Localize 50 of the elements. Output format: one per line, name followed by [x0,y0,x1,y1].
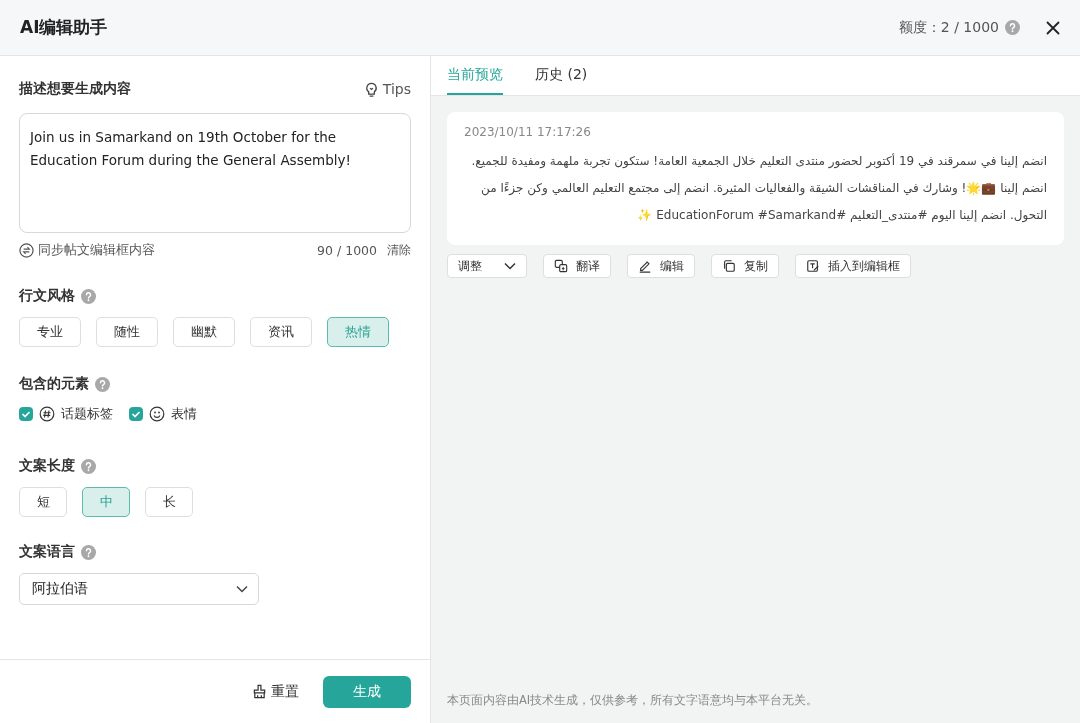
style-option[interactable]: 专业 [19,317,81,347]
tips-button[interactable]: Tips [363,81,411,97]
generated-text: انضم إلينا في سمرقند في 19 أكتوبر لحضور منتدى التعليم خلال الجمعية العامة! ستكون تجربة ملهمة ومفيدة للجميع. انضم إلينا 💼🌟! وشارك في المناقشات الشيقة والفعاليات المثيرة. انضم إلى مجتمع التعليم العالمي وكن جزءًا من التحول. انضم إلينا اليوم #منتدى_التعليم #EducationForum #Samarkand ✨ [470,152,1047,225]
section-label: 行文风格 [19,287,75,305]
dialog-title: AI编辑助手 [20,16,109,39]
broom-icon [252,684,267,699]
quota-label: 额度：2 / 1000 [898,18,999,37]
pencil-icon [638,259,652,273]
length-option[interactable]: 长 [145,487,193,517]
tab[interactable]: 历史 (2) [535,56,588,95]
adjust-dropdown[interactable]: 调整 [447,254,527,278]
lightbulb-icon [363,81,379,97]
hashtag-icon [39,406,55,422]
sync-icon [19,243,34,258]
close-icon[interactable] [1046,20,1060,35]
help-icon[interactable] [81,458,96,474]
translate-icon [554,259,568,273]
length-option[interactable]: 短 [19,487,67,517]
copy-icon [722,259,736,273]
section-label: 文案语言 [19,543,75,561]
language-dropdown[interactable]: 阿拉伯语 [19,573,259,605]
help-icon[interactable] [95,376,110,392]
translate-button[interactable]: 翻译 [543,254,611,278]
chevron-down-icon [236,585,248,593]
style-option[interactable]: 随性 [96,317,158,347]
timestamp: 2023/10/11 17:17:26 [464,125,592,139]
character-count: 90 / 1000 [317,243,377,258]
section-label: 包含的元素 [19,375,89,393]
section-label: 文案长度 [19,457,75,475]
sync-option[interactable]: 同步帖文编辑框内容 [19,242,155,259]
help-icon[interactable] [81,288,96,304]
checkbox-label: 表情 [171,405,197,423]
help-icon[interactable] [1005,20,1020,35]
checkbox[interactable] [129,407,143,421]
reset-button[interactable]: 重置 [252,682,299,701]
help-icon[interactable] [81,544,96,560]
clear-link[interactable]: 清除 [387,242,411,259]
insert-button[interactable]: 插入到编辑框 [795,254,911,278]
smiley-icon [149,406,165,422]
style-option[interactable]: 资讯 [250,317,312,347]
prompt-field[interactable]: Join us in Samarkand on 19th October for the Education Forum during the General Assembly! [19,113,411,233]
copy-button[interactable]: 复制 [711,254,779,278]
chevron-down-icon [504,262,516,270]
disclaimer: 本页面内容由AI技术生成，仅供参考，所有文字语意均与本平台无关。 [447,693,820,709]
section-label: 描述想要生成内容 [19,80,131,98]
edit-button[interactable]: 编辑 [627,254,695,278]
checkbox-label: 话题标签 [61,405,113,423]
insert-text-icon [806,259,820,273]
checkbox[interactable] [19,407,33,421]
style-option[interactable]: 幽默 [173,317,235,347]
